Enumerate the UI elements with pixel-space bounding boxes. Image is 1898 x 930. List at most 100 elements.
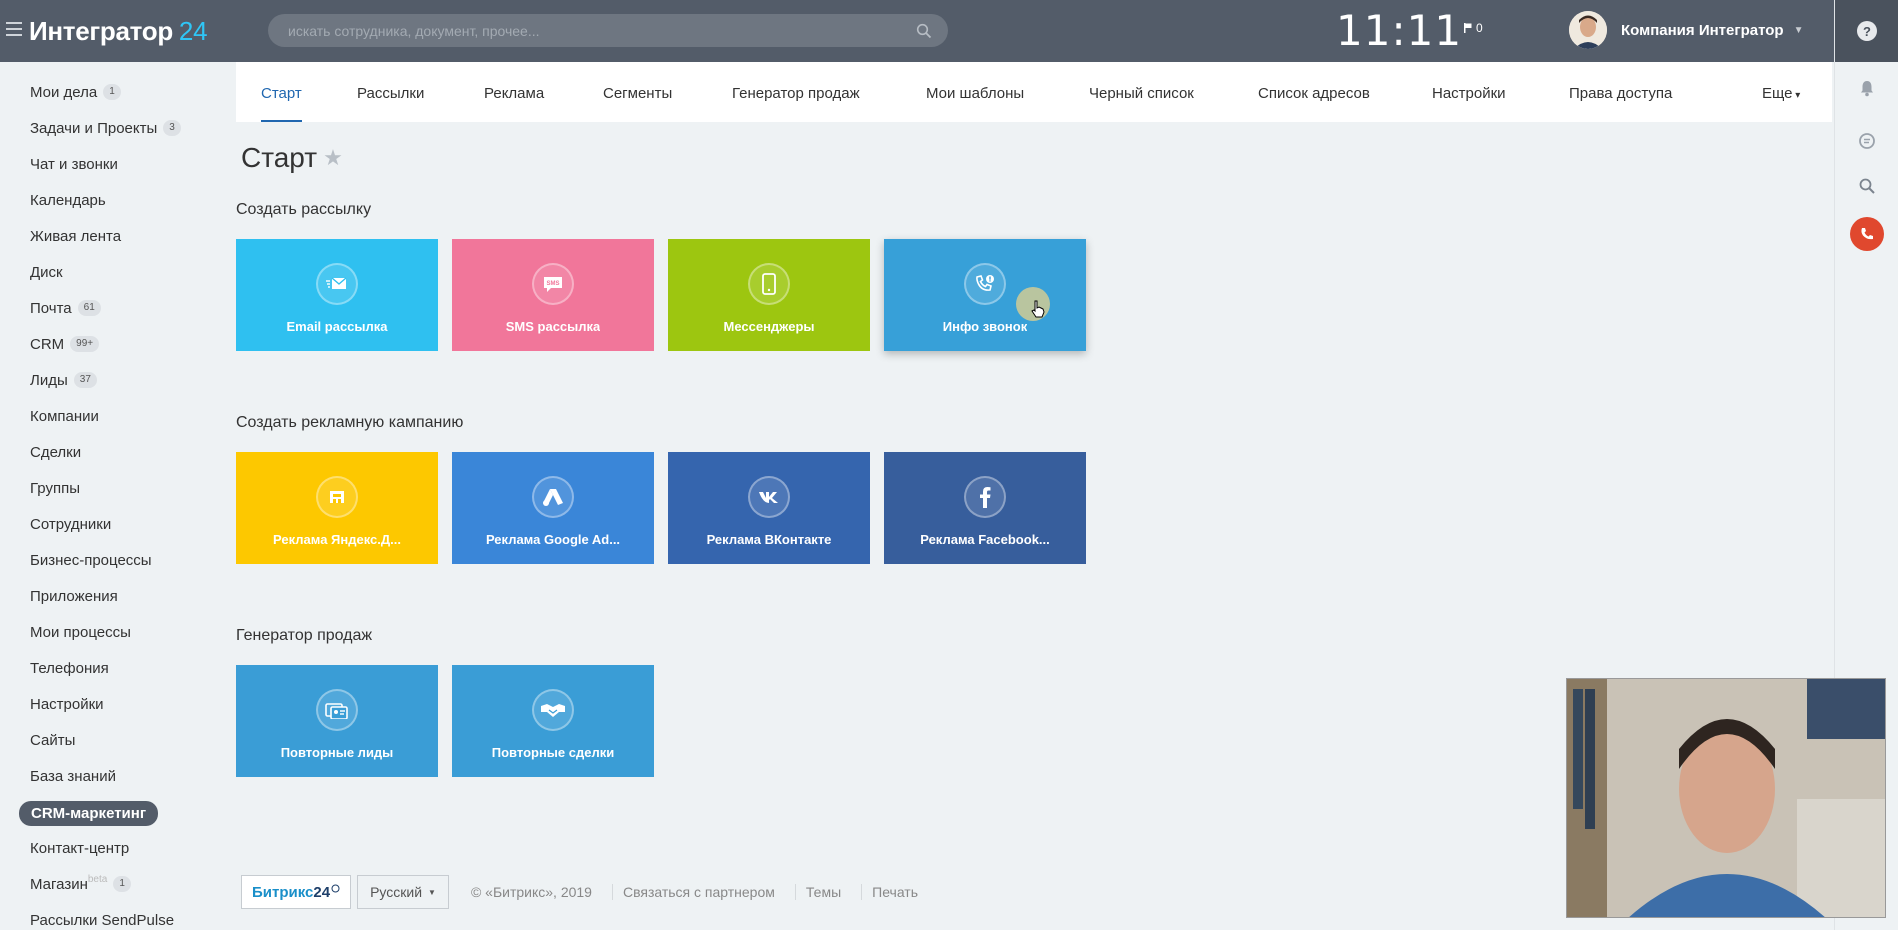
footer-logo-text: Битрикс [252, 883, 314, 901]
sidebar-item[interactable]: Мои процессы [30, 621, 131, 643]
tab[interactable]: Список адресов [1258, 85, 1370, 122]
sidebar-item[interactable]: Компании [30, 405, 99, 427]
sidebar-item[interactable]: Рассылки SendPulse [30, 909, 174, 930]
sidebar-item-label: CRM-маркетинг [31, 805, 147, 822]
action-tile[interactable]: Реклама Facebook... [884, 452, 1086, 564]
sidebar-item-label: Мои процессы [30, 623, 131, 641]
sidebar-item[interactable]: Магазин beta 1 [30, 873, 131, 895]
section-title: Генератор продаж [236, 627, 373, 644]
tab[interactable]: Черный список [1089, 85, 1194, 122]
left-menu: Мои дела 1 Задачи и Проекты 3 Чат и звонки Ка… [0, 62, 234, 930]
tab-label: Права доступа [1569, 85, 1673, 102]
sidebar-item-label: Группы [30, 479, 80, 497]
sidebar-item-label: Живая лента [30, 227, 122, 245]
tab-label: Реклама [484, 85, 545, 102]
menu-burger-icon[interactable] [6, 22, 22, 36]
top-header: Интегратор24 11:11 0 Компания Интегратор… [0, 0, 1834, 62]
tab[interactable]: Настройки [1432, 85, 1506, 122]
user-menu[interactable]: Компания Интегратор ▼ [1569, 11, 1803, 49]
search-icon[interactable] [1856, 175, 1878, 197]
tab[interactable]: Сегменты [603, 85, 672, 122]
themes-link[interactable]: Темы [794, 884, 851, 900]
portal-logo[interactable]: Интегратор 24 [29, 16, 208, 47]
tab-label: Мои шаблоны [926, 85, 1025, 102]
sidebar-item-label: База знаний [30, 767, 116, 785]
action-tile[interactable]: Email рассылка [236, 239, 438, 351]
chat-icon[interactable] [1856, 130, 1878, 152]
sidebar-item[interactable]: CRM 99+ [30, 333, 100, 355]
action-tile[interactable]: Мессенджеры [668, 239, 870, 351]
beta-label: beta [87, 873, 108, 885]
page-title: Старт ★ [241, 142, 343, 174]
tab-label: Список адресов [1258, 85, 1370, 102]
sidebar-item[interactable]: База знаний [30, 765, 116, 787]
action-tile[interactable]: Повторные сделки [452, 665, 654, 777]
bitrix24-logo[interactable]: Битрикс 24 [241, 875, 352, 909]
tile-label: Реклама Google Ad... [485, 532, 621, 547]
sidebar-item[interactable]: Приложения [30, 585, 118, 607]
sidebar-item[interactable]: Мои дела 1 [30, 81, 121, 103]
help-button[interactable]: ? [1835, 0, 1898, 62]
sidebar-item[interactable]: Настройки [30, 693, 104, 715]
tab[interactable]: Рассылки [357, 85, 424, 122]
google-ads-icon [532, 476, 574, 518]
sidebar-item[interactable]: Контакт-центр [30, 837, 129, 859]
sidebar-item[interactable]: Сотрудники [30, 513, 111, 535]
search-icon[interactable] [916, 23, 932, 39]
tab[interactable]: Старт [261, 85, 302, 122]
print-link[interactable]: Печать [861, 884, 928, 900]
sidebar-item[interactable]: Бизнес-процессы [30, 549, 152, 571]
sidebar-item[interactable]: Сделки [30, 441, 81, 463]
tab-label: Черный список [1089, 85, 1194, 102]
telephony-button[interactable] [1850, 217, 1884, 251]
action-tile[interactable]: Реклама ВКонтакте [668, 452, 870, 564]
logo-text: Интегратор [29, 16, 173, 46]
sidebar-item[interactable]: CRM-маркетинг [19, 801, 159, 826]
search-input[interactable] [268, 14, 888, 47]
clock[interactable]: 11:11 [1336, 6, 1462, 55]
sidebar-item[interactable]: Чат и звонки [30, 153, 118, 175]
sidebar-item-label: Календарь [30, 191, 106, 209]
action-tile[interactable]: Реклама Яндекс.Д... [236, 452, 438, 564]
repeat-leads-icon [316, 689, 358, 731]
chevron-down-icon: ▼ [1793, 24, 1804, 36]
tab[interactable]: Права доступа [1569, 85, 1672, 122]
tab[interactable]: Мои шаблоны [926, 85, 1024, 122]
tile-label: Email рассылка [286, 319, 388, 334]
call-info-icon [964, 263, 1006, 305]
sidebar-item-label: Задачи и Проекты [30, 119, 158, 137]
counter-badge: 1 [113, 876, 131, 892]
handshake-icon [532, 689, 574, 731]
action-tile[interactable]: SMS SMS рассылка [452, 239, 654, 351]
sidebar-item[interactable]: Группы [30, 477, 80, 499]
tile-label: Инфо звонок [942, 319, 1028, 334]
sidebar-item-label: Мои дела [30, 83, 98, 101]
tile-label: Повторные сделки [491, 745, 615, 760]
tab[interactable]: Генератор продаж [732, 85, 860, 122]
notification-flag[interactable]: 0 [1464, 21, 1483, 35]
sidebar-item[interactable]: Календарь [30, 189, 106, 211]
language-select[interactable]: Русский ▼ [357, 875, 449, 909]
flag-icon [1464, 23, 1472, 33]
sidebar-item[interactable]: Почта 61 [30, 297, 101, 319]
sidebar-item[interactable]: Диск [30, 261, 63, 283]
sidebar-item[interactable]: Сайты [30, 729, 75, 751]
flag-count: 0 [1476, 21, 1483, 35]
sidebar-item[interactable]: Задачи и Проекты 3 [30, 117, 181, 139]
action-tile[interactable]: Инфо звонок [884, 239, 1086, 351]
sidebar-item-label: Магазин [30, 875, 88, 893]
sms-icon: SMS [532, 263, 574, 305]
sidebar-item-label: Контакт-центр [30, 839, 130, 857]
tab[interactable]: Еще ▾ [1762, 85, 1800, 122]
tab[interactable]: Реклама [484, 85, 544, 122]
action-tile[interactable]: Реклама Google Ad... [452, 452, 654, 564]
partner-link[interactable]: Связаться с партнером [611, 884, 785, 900]
svg-text:SMS: SMS [546, 281, 559, 287]
sidebar-item-label: Лиды [30, 371, 68, 389]
star-icon[interactable]: ★ [323, 145, 343, 171]
sidebar-item[interactable]: Телефония [30, 657, 109, 679]
sidebar-item[interactable]: Живая лента [30, 225, 121, 247]
bell-icon[interactable] [1856, 77, 1878, 99]
sidebar-item[interactable]: Лиды 37 [30, 369, 97, 391]
action-tile[interactable]: Повторные лиды [236, 665, 438, 777]
